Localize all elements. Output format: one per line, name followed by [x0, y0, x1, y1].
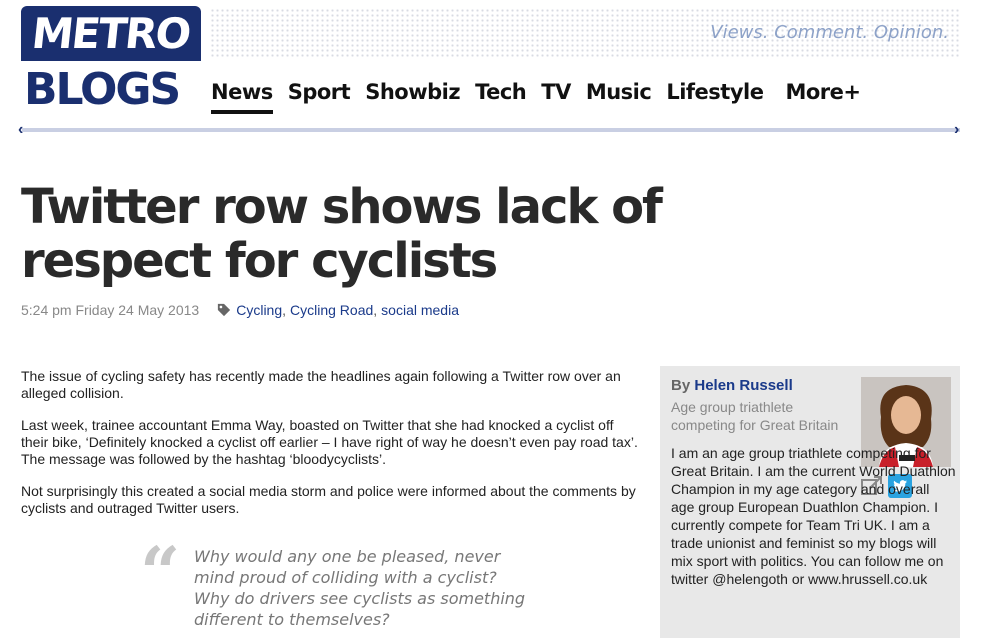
article-paragraph: Last week, trainee accountant Emma Way, …: [21, 417, 638, 467]
tag-link-social-media[interactable]: social media: [381, 302, 459, 318]
author-bio: I am an age group triathlete competing f…: [671, 445, 956, 587]
nav-more[interactable]: More+: [785, 80, 861, 110]
author-box: By Helen Russell Age group triathlete co…: [660, 366, 960, 638]
nav-divider: [22, 128, 960, 132]
nav-music[interactable]: Music: [586, 80, 652, 110]
nav-showbiz[interactable]: Showbiz: [365, 80, 460, 110]
nav-tv[interactable]: TV: [541, 80, 571, 110]
nav-news[interactable]: News: [211, 80, 273, 114]
nav-sport[interactable]: Sport: [288, 80, 351, 110]
main-nav: News Sport Showbiz Tech TV Music Lifesty…: [211, 80, 876, 114]
site-tagline: Views. Comment. Opinion.: [710, 22, 949, 43]
nav-tech[interactable]: Tech: [475, 80, 527, 110]
tag-icon: [218, 303, 231, 317]
article-date: 5:24 pm Friday 24 May 2013: [21, 302, 200, 318]
article-title: Twitter row shows lack of respect for cy…: [21, 179, 663, 289]
author-byline: By Helen Russell: [671, 377, 793, 394]
tag-link-cycling[interactable]: Cycling: [236, 302, 282, 318]
article-meta: 5:24 pm Friday 24 May 2013 Cycling, Cycl…: [21, 302, 459, 318]
author-role: Age group triathlete competing for Great…: [671, 399, 839, 433]
nav-lifestyle[interactable]: Lifestyle: [666, 80, 764, 110]
chevron-left-icon[interactable]: ‹: [18, 121, 23, 139]
article-body: The issue of cycling safety has recently…: [21, 368, 641, 532]
author-name-link[interactable]: Helen Russell: [694, 377, 792, 394]
chevron-right-icon[interactable]: ›: [954, 121, 959, 139]
pull-quote-text: Why would any one be pleased, never mind…: [194, 547, 526, 629]
article-paragraph: The issue of cycling safety has recently…: [21, 368, 621, 401]
article-paragraph: Not surprisingly this created a social m…: [21, 483, 636, 516]
metro-logo[interactable]: METRO: [21, 6, 201, 61]
blogs-logo[interactable]: BLOGS: [24, 64, 199, 116]
quote-mark-icon: “: [140, 531, 181, 614]
tag-link-cycling-road[interactable]: Cycling Road: [290, 302, 373, 318]
